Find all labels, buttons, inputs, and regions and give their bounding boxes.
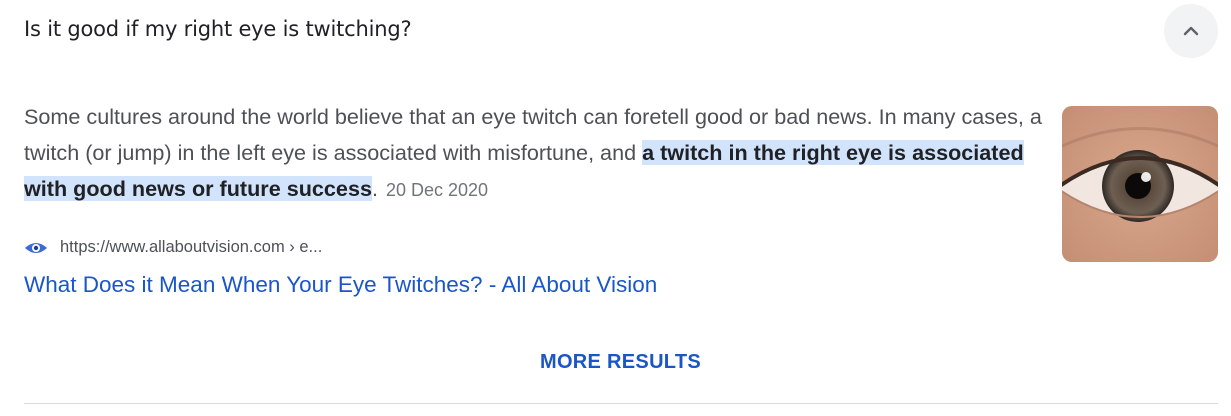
answer-snippet: Some cultures around the world believe t… bbox=[24, 99, 1046, 208]
source-url: https://www.allaboutvision.com › e... bbox=[60, 238, 323, 256]
eye-thumbnail-image[interactable] bbox=[1062, 106, 1218, 262]
result-title-link[interactable]: What Does it Mean When Your Eye Twitches… bbox=[24, 272, 657, 298]
chevron-up-icon bbox=[1183, 26, 1199, 36]
eye-favicon-icon bbox=[25, 242, 47, 253]
source-row[interactable]: https://www.allaboutvision.com › e... bbox=[24, 238, 322, 257]
divider bbox=[24, 403, 1218, 404]
eye-photo-icon bbox=[1062, 106, 1218, 262]
snippet-date: 20 Dec 2020 bbox=[385, 180, 489, 200]
more-results-button[interactable]: MORE RESULTS bbox=[0, 351, 1231, 374]
snippet-text-end: . bbox=[371, 176, 378, 201]
collapse-button[interactable] bbox=[1164, 4, 1218, 58]
question-title[interactable]: Is it good if my right eye is twitching? bbox=[24, 17, 412, 41]
